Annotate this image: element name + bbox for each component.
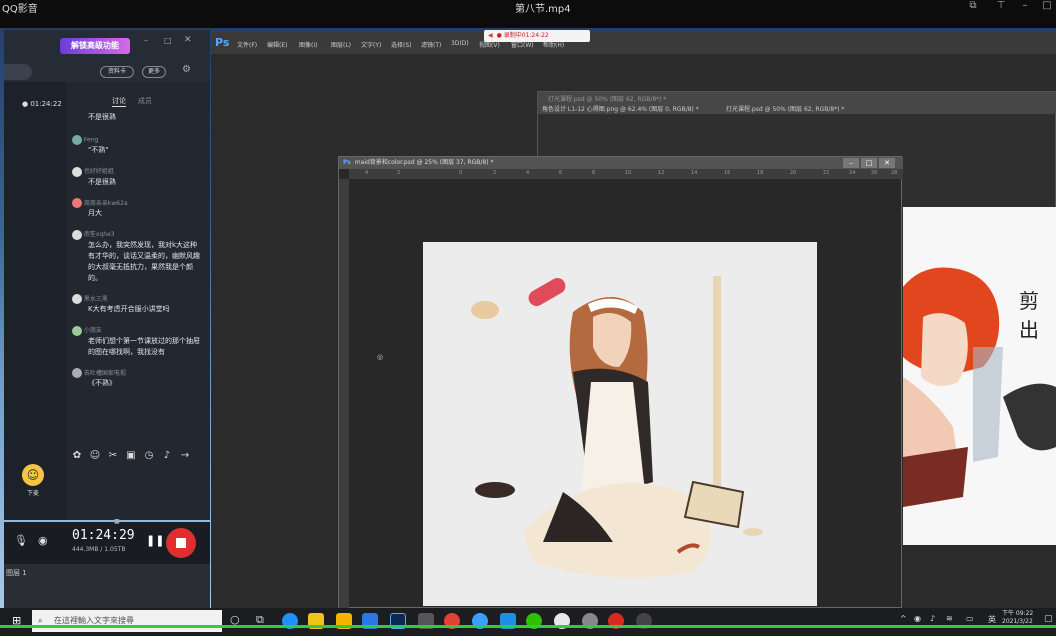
close-icon[interactable]: ✕ bbox=[184, 35, 192, 45]
chat-search-input[interactable] bbox=[4, 64, 32, 80]
doc-maximize-button[interactable]: □ bbox=[861, 158, 877, 168]
avatar[interactable] bbox=[72, 368, 82, 378]
menu-type[interactable]: 文字(Y) bbox=[361, 40, 381, 49]
close-icon[interactable]: □ bbox=[1040, 0, 1054, 11]
recording-badge: ◀ ● 录制中01:24:22 bbox=[484, 30, 590, 42]
tab-document-2[interactable]: 灯光课程.psd @ 50% (图层 62, RGB/8*) * bbox=[726, 104, 844, 113]
doc-close-button[interactable]: ✕ bbox=[879, 158, 895, 168]
stop-recording-button[interactable] bbox=[166, 528, 196, 558]
art-calligraphy-text: 剪出 bbox=[1019, 289, 1039, 342]
raise-hand-label: 下麦 bbox=[26, 490, 39, 497]
fullscreen-icon[interactable]: ⧉ bbox=[966, 0, 980, 11]
list-item: 黑水三黑 K大有考虑开合服小讲堂吗 bbox=[72, 294, 204, 316]
menu-filter[interactable]: 滤镜(T) bbox=[421, 40, 441, 49]
player-file-title: 第八节.mp4 bbox=[515, 4, 571, 15]
tray-chevron-icon[interactable]: ^ bbox=[900, 614, 907, 623]
settings-gear-icon[interactable]: ⚙ bbox=[182, 64, 191, 75]
doc-minimize-button[interactable]: – bbox=[843, 158, 859, 168]
more-button[interactable]: 更多 bbox=[142, 66, 166, 78]
ime-indicator[interactable]: 英 bbox=[988, 614, 996, 625]
network-icon[interactable]: ◉ bbox=[914, 614, 921, 623]
menu-select[interactable]: 选择(S) bbox=[391, 40, 412, 49]
list-item: 小朋友 老师们想个第一节课放过的那个抽屉的图在哪找啊，我找没有 bbox=[72, 325, 204, 358]
avatar[interactable] bbox=[72, 325, 82, 336]
document-title: maid背景和color.psd @ 25% (图层 37, RGB/8) * bbox=[354, 159, 494, 166]
list-item: 南笙xqhe3 怎么办，我突然发现，我对k大这种有才华的，谈话又温柔的，幽默风趣… bbox=[72, 229, 204, 284]
clock-date[interactable]: 2021/3/22 bbox=[1002, 618, 1033, 625]
avatar[interactable] bbox=[72, 198, 82, 208]
chat-window: 解锁高级功能 – □ ✕ 资料卡 更多 ⚙ ● 01:24:22 讨论 成员 不… bbox=[4, 30, 210, 520]
image-icon[interactable]: ▣ bbox=[122, 450, 140, 461]
menu-image[interactable]: 图像(I) bbox=[299, 40, 317, 49]
webcam-icon[interactable]: ◉ bbox=[38, 534, 48, 547]
history-icon[interactable]: ◷ bbox=[140, 450, 158, 461]
raise-hand-control[interactable]: ☺ 下麦 bbox=[10, 464, 56, 497]
avatar[interactable] bbox=[72, 229, 82, 240]
mic-user-icon[interactable]: ☺ bbox=[22, 464, 44, 486]
document-title-bar: Ps maid背景和color.psd @ 25% (图层 37, RGB/8)… bbox=[339, 157, 903, 169]
tab-discuss[interactable]: 讨论 bbox=[112, 96, 126, 107]
photoshop-menu-bar: Ps 文件(F) 编辑(E) 图像(I) 图层(L) 文字(Y) 选择(S) 滤… bbox=[211, 32, 1056, 54]
pause-icon[interactable]: ❚❚ bbox=[146, 534, 164, 547]
ps-doc-icon: Ps bbox=[343, 159, 351, 166]
vertical-ruler[interactable] bbox=[339, 179, 349, 609]
minimize-icon[interactable]: – bbox=[144, 36, 148, 45]
screen-recorder-bar: ■ 🎙 ◉ 01:24:29 444.3MB / 1.05TB ❚❚ bbox=[4, 518, 210, 564]
layer-name[interactable]: 图层 1 bbox=[6, 568, 27, 578]
player-title-bar: QQ影音 第八节.mp4 ⧉ ⊤ – □ bbox=[0, 0, 1056, 28]
tab-document-1[interactable]: 角色设计 L1-12 心得图.png @ 62.4% (图层 0, RGB/8)… bbox=[542, 104, 699, 113]
redhead-character-art bbox=[903, 267, 1056, 507]
menu-layer[interactable]: 图层(L) bbox=[331, 40, 351, 49]
maid-illustration bbox=[471, 276, 763, 578]
windows-taskbar: ⊞ ⌕ 在這裡輸入文字來搜尋 ○ ⧉ ^ ◉ ♪ ≋ ▭ 英 下午 09:22 … bbox=[0, 608, 1056, 636]
profile-button[interactable]: 资料卡 bbox=[100, 66, 134, 78]
brush-cursor-icon: ◎ bbox=[377, 353, 384, 361]
menu-edit[interactable]: 编辑(E) bbox=[267, 40, 287, 49]
search-icon: ⌕ bbox=[38, 616, 43, 625]
minimize-icon[interactable]: – bbox=[1018, 0, 1032, 11]
flower-icon[interactable]: ✿ bbox=[68, 450, 86, 461]
live-duration: ● 01:24:22 bbox=[22, 100, 62, 108]
list-item: 不是很熟 bbox=[88, 113, 116, 121]
clock-time[interactable]: 下午 09:22 bbox=[1002, 608, 1033, 617]
chat-toolbar: ✿ ☺ ✂ ▣ ◷ ♪ → bbox=[68, 450, 208, 461]
volume-icon[interactable]: ♪ bbox=[930, 614, 935, 623]
folder-icon[interactable]: ■ bbox=[114, 518, 120, 525]
recording-timer: 01:24:29 bbox=[72, 528, 135, 543]
photoshop-logo: Ps bbox=[215, 36, 230, 49]
scissors-icon[interactable]: ✂ bbox=[104, 450, 122, 461]
document-tabs: 灯光课程.psd @ 50% (图层 62, RGB/8*) * 角色设计 L1… bbox=[538, 92, 1056, 114]
list-item: Feng "不熟" bbox=[72, 135, 204, 156]
emoji-icon[interactable]: ☺ bbox=[86, 450, 104, 461]
taskbar-search-input[interactable]: ⌕ 在這裡輸入文字來搜尋 bbox=[32, 610, 222, 632]
playback-progress-bar[interactable] bbox=[0, 625, 1056, 628]
tab-members[interactable]: 成员 bbox=[138, 96, 152, 106]
bell-icon[interactable]: ♪ bbox=[158, 450, 176, 461]
speaker-icon[interactable]: ◀ bbox=[484, 32, 497, 39]
list-item: 去吐槽国家电视 《不熟》 bbox=[72, 368, 204, 390]
wifi-icon[interactable]: ≋ bbox=[946, 614, 953, 623]
avatar[interactable] bbox=[72, 166, 82, 177]
menu-file[interactable]: 文件(F) bbox=[237, 40, 257, 49]
pin-icon[interactable]: ⊤ bbox=[994, 0, 1008, 11]
recording-file-size: 444.3MB / 1.05TB bbox=[72, 546, 126, 553]
message-list: 不是很熟 Feng "不熟" 也好好姐姐 不是很熟 周周亲亲kw62a 月大 南… bbox=[72, 112, 204, 389]
menu-3d[interactable]: 3D(D) bbox=[451, 40, 469, 47]
reference-artwork: 剪出 bbox=[903, 207, 1056, 545]
document-canvas[interactable] bbox=[423, 242, 817, 606]
avatar[interactable] bbox=[72, 135, 82, 145]
send-arrow-icon[interactable]: → bbox=[176, 450, 194, 461]
mic-icon[interactable]: 🎙 bbox=[14, 534, 28, 547]
list-item: 也好好姐姐 不是很熟 bbox=[72, 166, 204, 188]
notification-icon[interactable]: ▢ bbox=[1044, 614, 1053, 624]
keyboard-icon[interactable]: ▭ bbox=[966, 614, 974, 623]
player-app-name[interactable]: QQ影音 bbox=[2, 0, 38, 15]
horizontal-ruler[interactable]: 4 2 0 2 4 6 8 10 12 14 16 18 20 22 24 26… bbox=[349, 169, 903, 179]
maximize-icon[interactable]: □ bbox=[164, 36, 172, 45]
layers-panel: 图层 1 bbox=[4, 564, 210, 608]
list-item: 周周亲亲kw62a 月大 bbox=[72, 198, 204, 220]
premium-banner[interactable]: 解锁高级功能 bbox=[60, 38, 130, 54]
avatar[interactable] bbox=[72, 294, 82, 304]
